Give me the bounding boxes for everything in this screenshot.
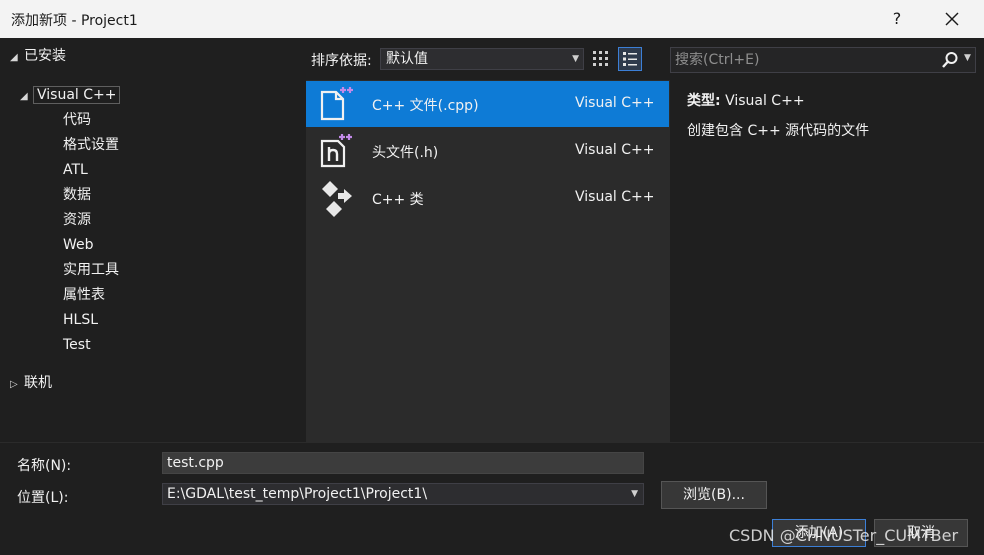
location-label: 位置(L): [17,490,69,506]
tree-label-online: 联机 [24,375,52,391]
category-tree: ◢ 已安装 ◢ Visual C++ 代码 格式设置 ATL 数据 资源 Web 实… [0,38,306,442]
search-options-arrow-icon[interactable]: ▼ [964,53,971,63]
grid-view-icon [593,51,608,66]
template-description: 创建包含 C++ 源代码的文件 [687,123,870,139]
search-icon[interactable] [941,51,959,69]
template-item-header-file[interactable]: 头文件(.h) Visual C++ [306,128,669,174]
cpp-file-icon [318,85,356,123]
watermark-text: CSDN @CHNUSTer_CUMTBer [729,526,959,545]
tree-item-hlsl[interactable]: HLSL [63,308,98,332]
window-title: 添加新项 - Project1 [11,13,138,29]
tree-item-test[interactable]: Test [63,333,91,357]
template-lang: Visual C++ [575,189,655,205]
header-file-icon [318,132,356,170]
expanded-triangle-icon: ◢ [10,52,18,63]
details-panel: 类型: Visual C++ 创建包含 C++ 源代码的文件 [672,82,976,442]
name-input[interactable] [162,452,644,474]
name-label: 名称(N): [17,458,72,474]
tree-item-formatting[interactable]: 格式设置 [63,133,119,157]
template-list: C++ 文件(.cpp) Visual C++ 头文件(.h) Visual C… [306,80,670,442]
template-name: 头文件(.h) [372,145,439,161]
type-row: 类型: Visual C++ [687,90,805,110]
close-button[interactable] [937,4,967,34]
template-name: C++ 文件(.cpp) [372,98,479,114]
tree-item-web[interactable]: Web [63,233,94,257]
expanded-triangle-icon: ◢ [20,91,28,102]
template-lang: Visual C++ [575,142,655,158]
tree-label-visual-cpp: Visual C++ [32,86,121,104]
tree-item-code[interactable]: 代码 [63,108,91,132]
grid-view-button[interactable] [589,47,613,71]
sort-label: 排序依据: [311,53,372,69]
template-item-cpp-class[interactable]: C++ 类 Visual C++ [306,175,669,221]
help-button[interactable]: ? [886,8,908,30]
tree-node-online[interactable]: ▷ 联机 [10,371,52,395]
tree-item-atl[interactable]: ATL [63,158,88,182]
dropdown-arrow-icon: ▼ [631,489,638,499]
sort-value: 默认值 [386,51,428,67]
tree-item-property-sheet[interactable]: 属性表 [63,283,105,307]
search-box: ▼ [670,47,976,73]
template-item-cpp-file[interactable]: C++ 文件(.cpp) Visual C++ [306,81,669,127]
tree-item-utility[interactable]: 实用工具 [63,258,119,282]
search-input[interactable] [675,50,933,70]
tree-item-data[interactable]: 数据 [63,183,91,207]
collapsed-triangle-icon: ▷ [10,379,18,390]
list-view-button[interactable] [618,47,642,71]
template-lang: Visual C++ [575,95,655,111]
type-label: 类型: [687,93,721,109]
tree-node-installed[interactable]: ◢ 已安装 [10,44,66,68]
tree-node-visual-cpp[interactable]: ◢ Visual C++ [20,83,121,107]
sort-toolbar: 排序依据: 默认值 ▼ [306,38,670,80]
location-combo[interactable]: E:\GDAL\test_temp\Project1\Project1\ ▼ [162,483,644,505]
browse-button[interactable]: 浏览(B)... [661,481,767,509]
dropdown-arrow-icon: ▼ [572,54,579,64]
template-name: C++ 类 [372,192,424,208]
location-value: E:\GDAL\test_temp\Project1\Project1\ [167,486,428,502]
sort-dropdown[interactable]: 默认值 ▼ [380,48,584,70]
type-value: Visual C++ [725,93,805,109]
list-view-icon [623,52,637,66]
close-icon [945,12,959,26]
cpp-class-icon [318,179,356,217]
tree-label-installed: 已安装 [24,48,66,64]
title-bar: 添加新项 - Project1 ? [0,0,984,38]
tree-item-resource[interactable]: 资源 [63,208,91,232]
